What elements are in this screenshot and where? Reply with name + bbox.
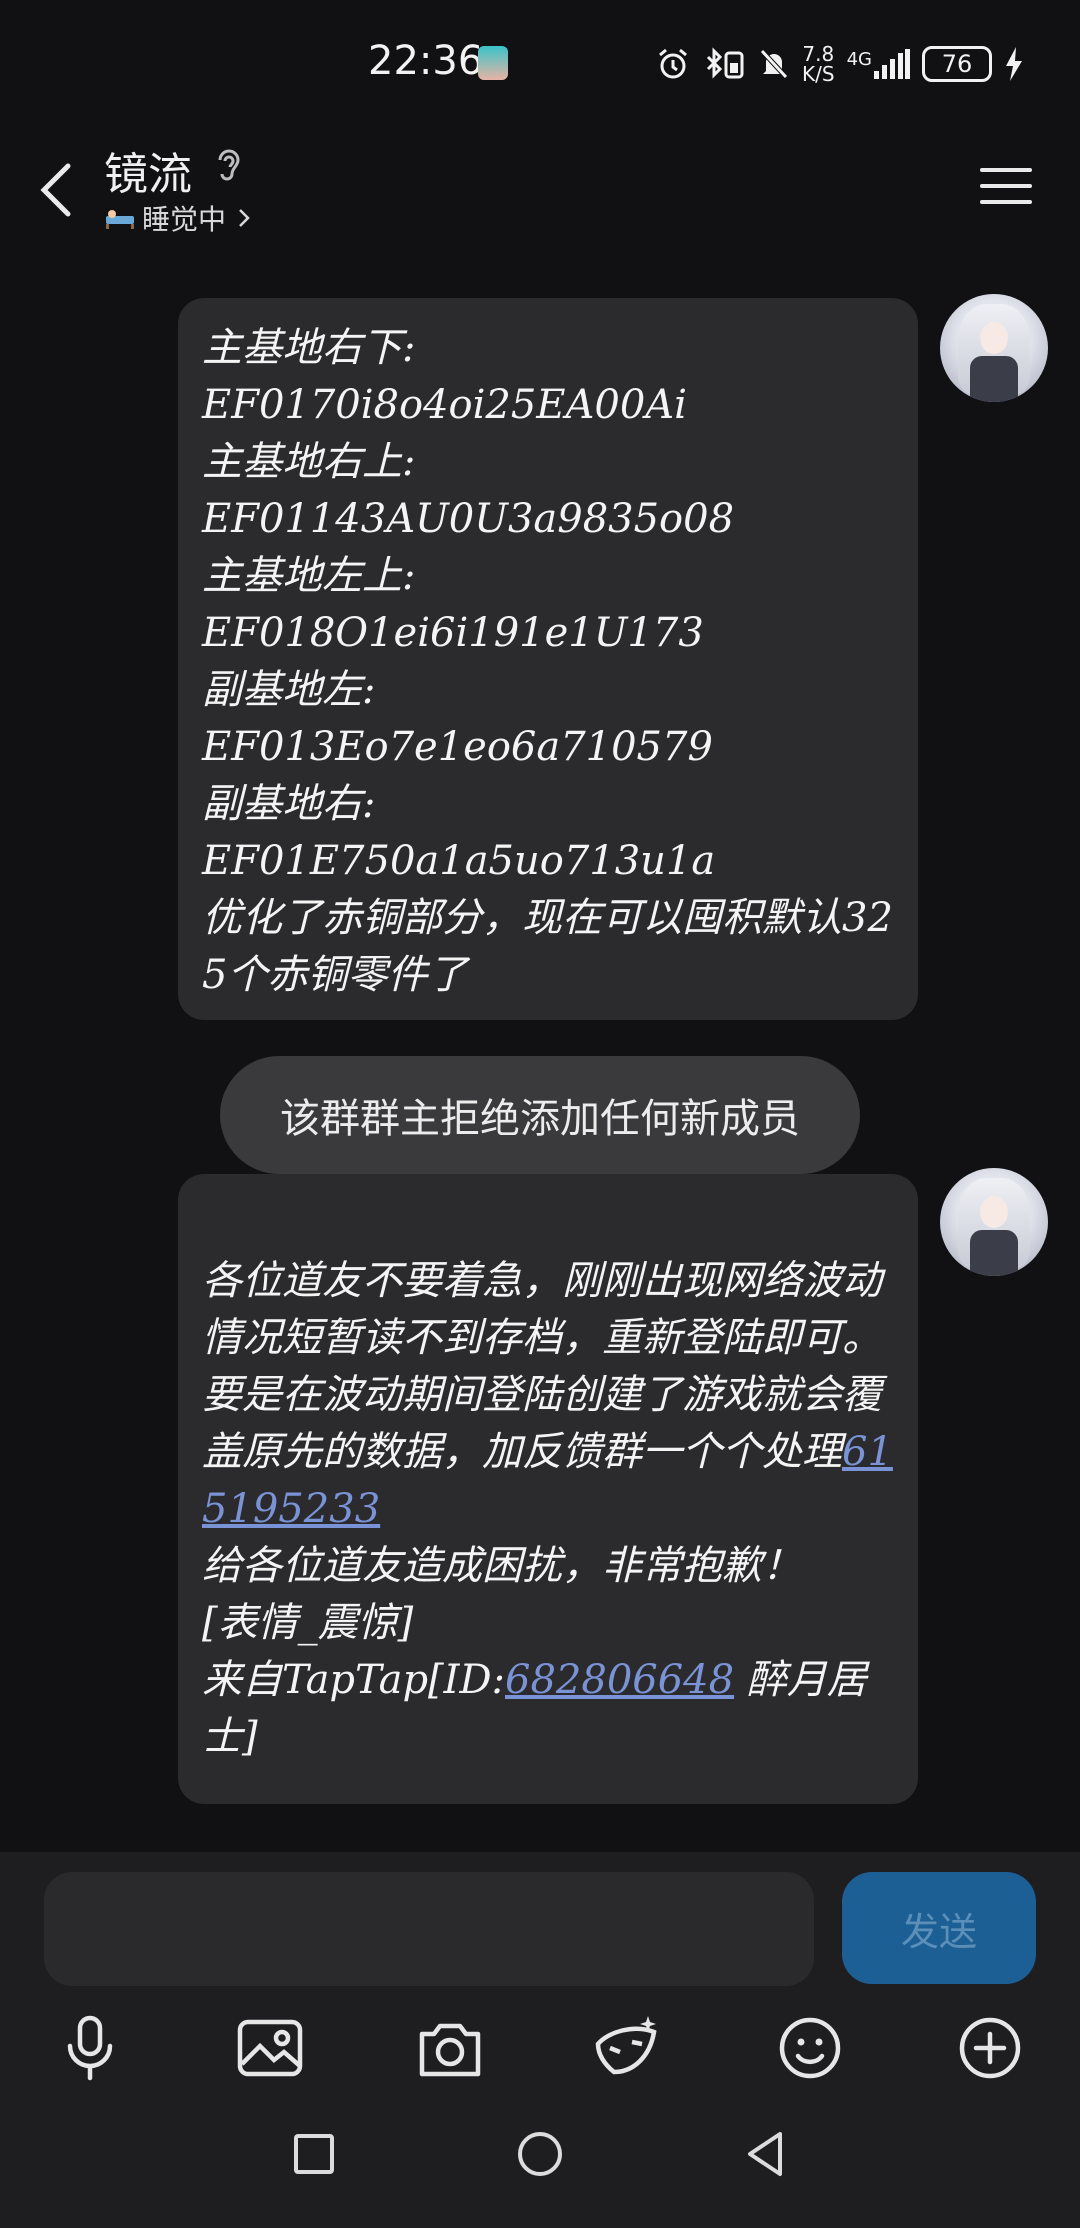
message-list[interactable]: 主基地右下: EF0170i8o4oi25EA00Ai 主基地右上: EF011… (0, 270, 1080, 1850)
status-bar: 22:36 7.8 K/S 4G 76 (0, 0, 1080, 120)
signal-4g: 4G (847, 49, 910, 79)
app-notification-icon (478, 46, 508, 80)
home-circle-icon[interactable] (510, 2124, 570, 2184)
system-notice: 该群群主拒绝添加任何新成员 (220, 1056, 860, 1174)
message-input[interactable] (44, 1872, 814, 1986)
sticker-icon[interactable] (590, 2012, 662, 2084)
system-nav-bar (0, 2082, 1080, 2228)
battery-level: 76 (941, 50, 973, 78)
composer-panel: 发送 (0, 1852, 1080, 2082)
chat-screen: 22:36 7.8 K/S 4G 76 镜流 睡觉中 主基地右下: EF0170… (0, 0, 1080, 2228)
chevron-right-icon (239, 209, 250, 227)
network-speed-unit: K/S (802, 62, 835, 86)
back-triangle-icon[interactable] (736, 2124, 796, 2184)
sleep-bed-icon (106, 210, 134, 229)
chat-title[interactable]: 镜流 (104, 138, 192, 202)
sender-avatar[interactable] (940, 1168, 1048, 1276)
ear-icon[interactable] (212, 146, 244, 186)
message-bubble[interactable]: 主基地右下: EF0170i8o4oi25EA00Ai 主基地右上: EF011… (178, 298, 918, 1020)
message-text: 各位道友不要着急，刚刚出现网络波动情况短暂读不到存档，重新登陆即可。 要是在波动… (202, 1258, 882, 1475)
send-button[interactable]: 发送 (842, 1872, 1036, 1984)
camera-icon[interactable] (414, 2012, 486, 2084)
menu-icon[interactable] (976, 156, 1036, 216)
alarm-icon (659, 48, 687, 79)
charging-bolt-icon (1006, 47, 1022, 81)
message-bubble[interactable]: 各位道友不要着急，刚刚出现网络波动情况短暂读不到存档，重新登陆即可。 要是在波动… (178, 1174, 918, 1804)
plus-icon[interactable] (954, 2012, 1026, 2084)
taptap-id-link[interactable]: 682806648 (505, 1657, 734, 1703)
sender-avatar[interactable] (940, 294, 1048, 402)
status-subtitle[interactable]: 睡觉中 (104, 198, 252, 238)
recents-square-icon[interactable] (284, 2124, 344, 2184)
network-speed-value: 7.8 (802, 42, 835, 66)
mute-bell-icon (760, 49, 788, 79)
back-arrow-icon[interactable] (28, 150, 88, 230)
battery-indicator: 76 (922, 46, 992, 82)
emoji-icon[interactable] (774, 2012, 846, 2084)
status-text: 睡觉中 (142, 203, 227, 236)
status-icons: 7.8 K/S 4G 76 (656, 44, 1024, 84)
chat-header: 镜流 睡觉中 (0, 130, 1080, 250)
network-type: 4G (846, 49, 872, 70)
status-time: 22:36 (368, 38, 484, 84)
signal-bars-icon (874, 49, 910, 79)
bluetooth-battery-icon (706, 47, 744, 79)
microphone-icon[interactable] (54, 2012, 126, 2084)
network-speed: 7.8 K/S (802, 44, 835, 84)
image-icon[interactable] (234, 2012, 306, 2084)
